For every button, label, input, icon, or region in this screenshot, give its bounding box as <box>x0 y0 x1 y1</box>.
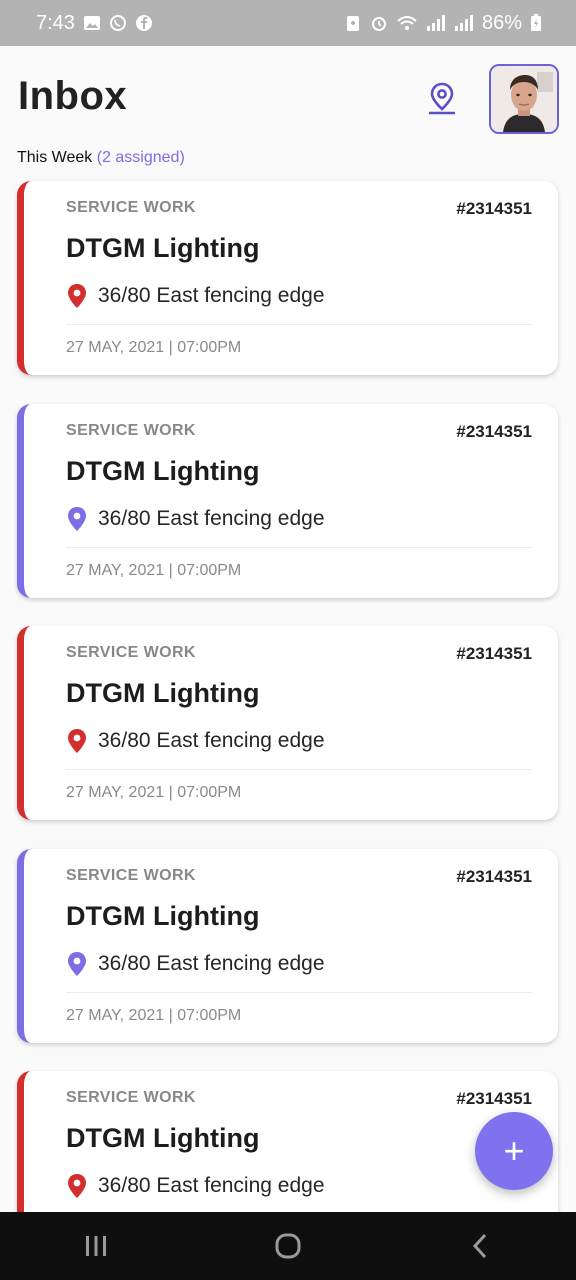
card-divider <box>66 547 532 548</box>
card-title: DTGM Lighting <box>66 456 260 486</box>
card-location: 36/80 East fencing edge <box>66 728 325 754</box>
card-number: #2314351 <box>456 644 532 663</box>
card-location: 36/80 East fencing edge <box>66 283 325 309</box>
location-pin-icon <box>68 952 86 976</box>
card-divider <box>66 992 532 993</box>
alarm-icon <box>371 17 386 31</box>
location-pin-icon <box>68 1174 86 1198</box>
gallery-icon <box>83 16 100 30</box>
signal-icon-2 <box>454 15 473 31</box>
location-pin-icon <box>68 284 86 308</box>
whatsapp-icon <box>109 15 126 31</box>
card-number: #2314351 <box>456 1089 532 1108</box>
work-order-card[interactable]: SERVICE WORK #2314351 DTGM Lighting 36/8… <box>17 849 558 1043</box>
battery-icon <box>531 14 541 31</box>
card-category: SERVICE WORK <box>66 422 196 439</box>
section-header: This Week (2 assigned) <box>17 149 185 167</box>
location-pin-icon <box>68 729 86 753</box>
card-category: SERVICE WORK <box>66 199 196 216</box>
page-title: Inbox <box>18 74 128 118</box>
back-icon <box>472 1233 487 1259</box>
section-label: This Week <box>17 149 93 166</box>
card-category: SERVICE WORK <box>66 644 196 661</box>
profile-photo <box>491 66 557 132</box>
home-icon <box>275 1233 301 1259</box>
recents-icon <box>86 1236 106 1256</box>
battery-percent: 86% <box>481 11 522 34</box>
card-number: #2314351 <box>456 422 532 441</box>
card-location-text: 36/80 East fencing edge <box>98 729 325 752</box>
card-location-text: 36/80 East fencing edge <box>98 1174 325 1197</box>
work-order-card[interactable]: SERVICE WORK #2314351 DTGM Lighting 36/8… <box>17 626 558 820</box>
status-time: 7:43 <box>36 11 75 34</box>
card-divider <box>66 324 532 325</box>
card-number: #2314351 <box>456 867 532 886</box>
card-category: SERVICE WORK <box>66 867 196 884</box>
card-location-text: 36/80 East fencing edge <box>98 952 325 975</box>
location-pin-icon <box>68 507 86 531</box>
card-divider <box>66 769 532 770</box>
work-order-card[interactable]: SERVICE WORK #2314351 DTGM Lighting 36/8… <box>17 181 558 375</box>
card-title: DTGM Lighting <box>66 678 260 708</box>
signal-icon <box>426 15 445 31</box>
map-pin-outline-icon <box>429 82 455 115</box>
avatar[interactable] <box>489 64 559 134</box>
card-location: 36/80 East fencing edge <box>66 506 325 532</box>
map-button[interactable] <box>424 80 460 116</box>
card-location: 36/80 East fencing edge <box>66 1173 325 1199</box>
work-order-card[interactable]: SERVICE WORK #2314351 DTGM Lighting 36/8… <box>17 404 558 598</box>
back-button[interactable] <box>450 1226 510 1266</box>
recents-button[interactable] <box>66 1226 126 1266</box>
card-location-text: 36/80 East fencing edge <box>98 507 325 530</box>
home-button[interactable] <box>258 1226 318 1266</box>
card-location-text: 36/80 East fencing edge <box>98 284 325 307</box>
wifi-icon <box>397 16 417 30</box>
status-bar: 7:43 86% <box>0 0 576 46</box>
inbox-screen: Inbox This Week (2 assigned) SERVICE WOR… <box>0 46 576 1212</box>
card-number: #2314351 <box>456 199 532 218</box>
card-datetime: 27 MAY, 2021 | 07:00PM <box>66 339 242 356</box>
card-title: DTGM Lighting <box>66 233 260 263</box>
plus-icon: + <box>503 1130 525 1171</box>
battery-saver-icon <box>346 16 359 31</box>
card-title: DTGM Lighting <box>66 901 260 931</box>
add-button[interactable]: + <box>475 1112 553 1190</box>
card-datetime: 27 MAY, 2021 | 07:00PM <box>66 562 242 579</box>
card-datetime: 27 MAY, 2021 | 07:00PM <box>66 1007 242 1024</box>
card-title: DTGM Lighting <box>66 1123 260 1153</box>
card-datetime: 27 MAY, 2021 | 07:00PM <box>66 784 242 801</box>
assigned-count: (2 assigned) <box>96 149 185 166</box>
card-location: 36/80 East fencing edge <box>66 951 325 977</box>
system-nav-bar <box>0 1212 576 1280</box>
facebook-icon <box>135 15 152 31</box>
card-category: SERVICE WORK <box>66 1089 196 1106</box>
